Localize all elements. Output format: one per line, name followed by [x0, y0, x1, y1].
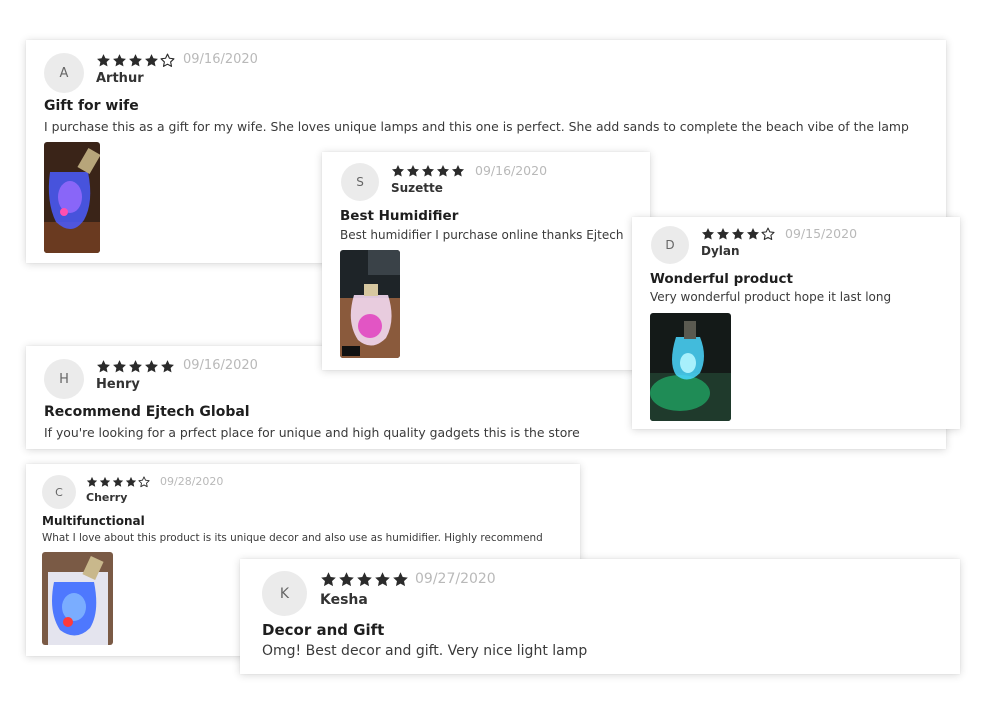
star-filled-icon [97, 360, 110, 373]
review-title: Wonderful product [650, 271, 793, 287]
review-text: Best humidifier I purchase online thanks… [340, 228, 624, 242]
avatar: D [651, 226, 689, 264]
star-filled-icon [391, 165, 405, 177]
review-title: Gift for wife [44, 98, 139, 114]
lamp-pink-photo-icon [340, 250, 400, 358]
lamp-green-photo-icon [650, 313, 731, 421]
star-filled-icon [129, 360, 142, 373]
review-card-suzette: S 09/16/2020 Suzette Best Humidifier Bes… [322, 152, 650, 370]
star-filled-icon [129, 54, 142, 67]
review-title: Decor and Gift [262, 621, 385, 639]
star-filled-icon [451, 165, 465, 177]
star-filled-icon [86, 476, 98, 487]
star-filled-icon [161, 360, 174, 373]
reviewer-name: Suzette [391, 181, 443, 195]
review-text: I purchase this as a gift for my wife. S… [44, 119, 909, 134]
avatar: K [262, 571, 307, 616]
star-rating [96, 359, 176, 374]
review-date: 09/16/2020 [475, 163, 548, 178]
review-text: If you're looking for a prfect place for… [44, 425, 580, 440]
review-title: Multifunctional [42, 514, 145, 528]
review-date: 09/28/2020 [160, 475, 224, 488]
review-date: 09/16/2020 [183, 358, 258, 373]
review-date: 09/27/2020 [415, 571, 496, 587]
star-filled-icon [701, 228, 715, 240]
star-filled-icon [125, 476, 137, 487]
review-card-kesha: K 09/27/2020 Kesha Decor and Gift Omg! B… [240, 559, 960, 674]
star-filled-icon [113, 54, 126, 67]
star-filled-icon [436, 165, 450, 177]
star-filled-icon [112, 476, 124, 487]
star-filled-icon [716, 228, 730, 240]
review-date: 09/15/2020 [785, 226, 858, 241]
star-rating [320, 571, 410, 588]
review-photo[interactable] [42, 552, 113, 645]
review-title: Recommend Ejtech Global [44, 404, 250, 420]
star-rating [391, 164, 466, 178]
review-photo[interactable] [340, 250, 400, 358]
star-filled-icon [421, 165, 435, 177]
reviewer-name: Henry [96, 377, 140, 392]
star-outline-icon [138, 476, 150, 488]
star-filled-icon [97, 54, 110, 67]
reviewer-name: Cherry [86, 491, 128, 504]
review-text: Very wonderful product hope it last long [650, 290, 892, 304]
reviewer-name: Kesha [320, 592, 368, 608]
star-filled-icon [145, 360, 158, 373]
avatar: S [341, 163, 379, 201]
star-filled-icon [393, 572, 408, 587]
star-rating [701, 227, 776, 241]
reviewer-name: Arthur [96, 71, 144, 86]
star-rating [86, 476, 151, 488]
review-text: Omg! Best decor and gift. Very nice ligh… [262, 643, 588, 659]
star-filled-icon [406, 165, 420, 177]
star-filled-icon [375, 572, 390, 587]
review-photo[interactable] [44, 142, 100, 253]
review-photo[interactable] [650, 313, 731, 421]
reviewer-name: Dylan [701, 244, 740, 258]
lamp-blue-white-photo-icon [42, 552, 113, 645]
avatar: H [44, 359, 84, 399]
review-title: Best Humidifier [340, 208, 459, 224]
avatar: C [42, 475, 76, 509]
star-filled-icon [113, 360, 126, 373]
star-filled-icon [145, 54, 158, 67]
star-rating [96, 53, 176, 68]
star-filled-icon [357, 572, 372, 587]
star-filled-icon [746, 228, 760, 240]
star-filled-icon [339, 572, 354, 587]
review-date: 09/16/2020 [183, 52, 258, 67]
star-filled-icon [321, 572, 336, 587]
review-text: What I love about this product is its un… [42, 532, 543, 544]
star-filled-icon [99, 476, 111, 487]
review-card-dylan: D 09/15/2020 Dylan Wonderful product Ver… [632, 217, 960, 429]
star-outline-icon [160, 53, 175, 67]
star-outline-icon [761, 227, 775, 241]
star-filled-icon [731, 228, 745, 240]
lamp-blue-photo-icon [44, 142, 100, 253]
avatar: A [44, 53, 84, 93]
